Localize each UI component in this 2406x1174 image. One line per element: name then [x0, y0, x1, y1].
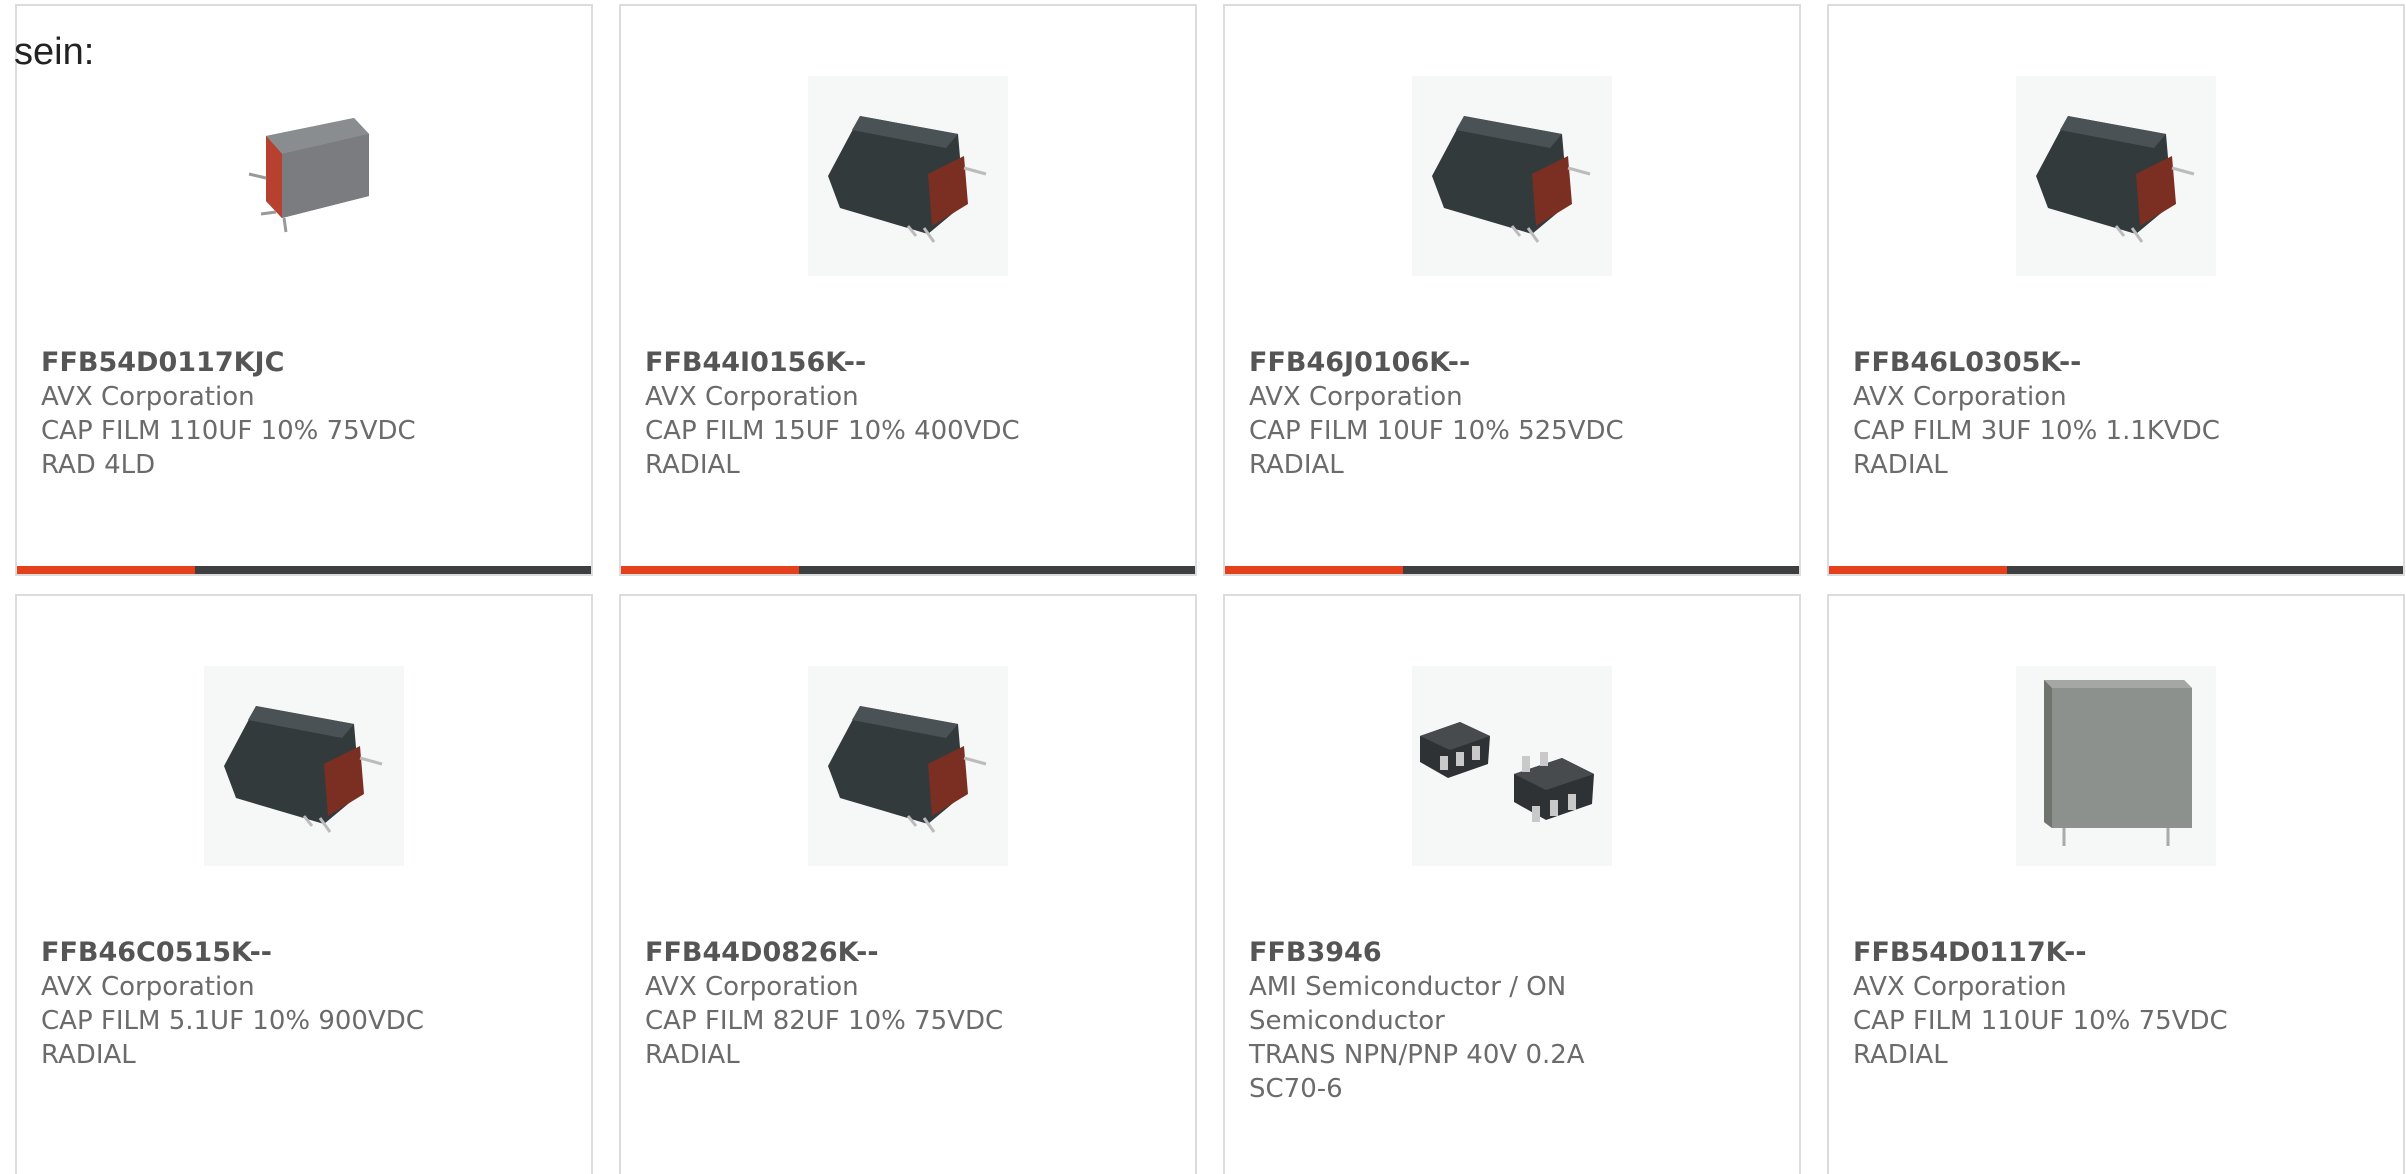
product-image[interactable] [204, 666, 404, 866]
product-info: FFB3946 AMI Semiconductor / ON Semicondu… [1249, 936, 1669, 1106]
product-image[interactable] [1412, 76, 1612, 276]
product-card[interactable]: FFB3946 AMI Semiconductor / ON Semicondu… [1223, 594, 1801, 1174]
card-accent-bar [621, 566, 799, 574]
product-card[interactable]: FFB46C0515K-- AVX Corporation CAP FILM 5… [15, 594, 593, 1174]
product-card[interactable]: FFB46J0106K-- AVX Corporation CAP FILM 1… [1223, 4, 1801, 576]
product-image[interactable] [204, 76, 404, 276]
manufacturer-name: AVX Corporation [41, 972, 255, 1002]
dark-film-capacitor-icon [2036, 116, 2195, 243]
card-footer-bar [1829, 566, 2403, 574]
product-description: CAP FILM 10UF 10% 525VDC RADIAL [1249, 416, 1624, 480]
part-number-link[interactable]: FFB54D0117KJC [41, 346, 461, 380]
part-number-link[interactable]: FFB46L0305K-- [1853, 346, 2273, 380]
product-card[interactable]: FFB44I0156K-- AVX Corporation CAP FILM 1… [619, 4, 1197, 576]
gray-film-capacitor-icon [2044, 680, 2192, 846]
part-number-link[interactable]: FFB54D0117K-- [1853, 936, 2273, 970]
product-description: CAP FILM 15UF 10% 400VDC RADIAL [645, 416, 1020, 480]
part-number-link[interactable]: FFB46J0106K-- [1249, 346, 1669, 380]
part-number-link[interactable]: FFB44D0826K-- [645, 936, 1065, 970]
product-image[interactable] [808, 666, 1008, 866]
product-info: FFB46J0106K-- AVX Corporation CAP FILM 1… [1249, 346, 1669, 482]
card-footer-bar [17, 566, 591, 574]
product-card[interactable]: FFB44D0826K-- AVX Corporation CAP FILM 8… [619, 594, 1197, 1174]
dark-film-capacitor-icon [224, 706, 383, 833]
part-number-link[interactable]: FFB46C0515K-- [41, 936, 461, 970]
manufacturer-name: AVX Corporation [1249, 382, 1463, 412]
product-info: FFB44D0826K-- AVX Corporation CAP FILM 8… [645, 936, 1065, 1072]
product-info: FFB54D0117KJC AVX Corporation CAP FILM 1… [41, 346, 461, 482]
product-description: CAP FILM 110UF 10% 75VDC RADIAL [1853, 1006, 2228, 1070]
dark-film-capacitor-icon [828, 706, 987, 833]
product-card[interactable]: FFB54D0117KJC AVX Corporation CAP FILM 1… [15, 4, 593, 576]
product-image[interactable] [1412, 666, 1612, 866]
card-accent-bar [1225, 566, 1403, 574]
manufacturer-name: AVX Corporation [645, 972, 859, 1002]
product-info: FFB54D0117K-- AVX Corporation CAP FILM 1… [1853, 936, 2273, 1072]
card-footer-bar [621, 566, 1195, 574]
product-image[interactable] [2016, 76, 2216, 276]
part-number-link[interactable]: FFB44I0156K-- [645, 346, 1065, 380]
part-number-link[interactable]: FFB3946 [1249, 936, 1669, 970]
product-description: TRANS NPN/PNP 40V 0.2A SC70-6 [1249, 1040, 1585, 1104]
card-accent-bar [17, 566, 195, 574]
dark-film-capacitor-icon [828, 116, 987, 243]
product-info: FFB46L0305K-- AVX Corporation CAP FILM 3… [1853, 346, 2273, 482]
manufacturer-name: AVX Corporation [1853, 972, 2067, 1002]
manufacturer-name: AVX Corporation [41, 382, 255, 412]
product-image[interactable] [808, 76, 1008, 276]
product-description: CAP FILM 3UF 10% 1.1KVDC RADIAL [1853, 416, 2220, 480]
red-film-capacitor-icon [248, 118, 369, 233]
card-accent-bar [1829, 566, 2007, 574]
intro-text: sein: [14, 31, 95, 73]
product-description: CAP FILM 82UF 10% 75VDC RADIAL [645, 1006, 1004, 1070]
product-description: CAP FILM 110UF 10% 75VDC RAD 4LD [41, 416, 416, 480]
product-card[interactable]: FFB46L0305K-- AVX Corporation CAP FILM 3… [1827, 4, 2405, 576]
dark-film-capacitor-icon [1432, 116, 1591, 243]
product-info: FFB44I0156K-- AVX Corporation CAP FILM 1… [645, 346, 1065, 482]
product-image[interactable] [2016, 666, 2216, 866]
product-card[interactable]: FFB54D0117K-- AVX Corporation CAP FILM 1… [1827, 594, 2405, 1174]
manufacturer-name: AVX Corporation [645, 382, 859, 412]
product-description: CAP FILM 5.1UF 10% 900VDC RADIAL [41, 1006, 424, 1070]
card-footer-bar [1225, 566, 1799, 574]
manufacturer-name: AVX Corporation [1853, 382, 2067, 412]
product-info: FFB46C0515K-- AVX Corporation CAP FILM 5… [41, 936, 461, 1072]
sc70-transistor-icon [1420, 722, 1594, 822]
manufacturer-name: AMI Semiconductor / ON Semiconductor [1249, 972, 1567, 1036]
